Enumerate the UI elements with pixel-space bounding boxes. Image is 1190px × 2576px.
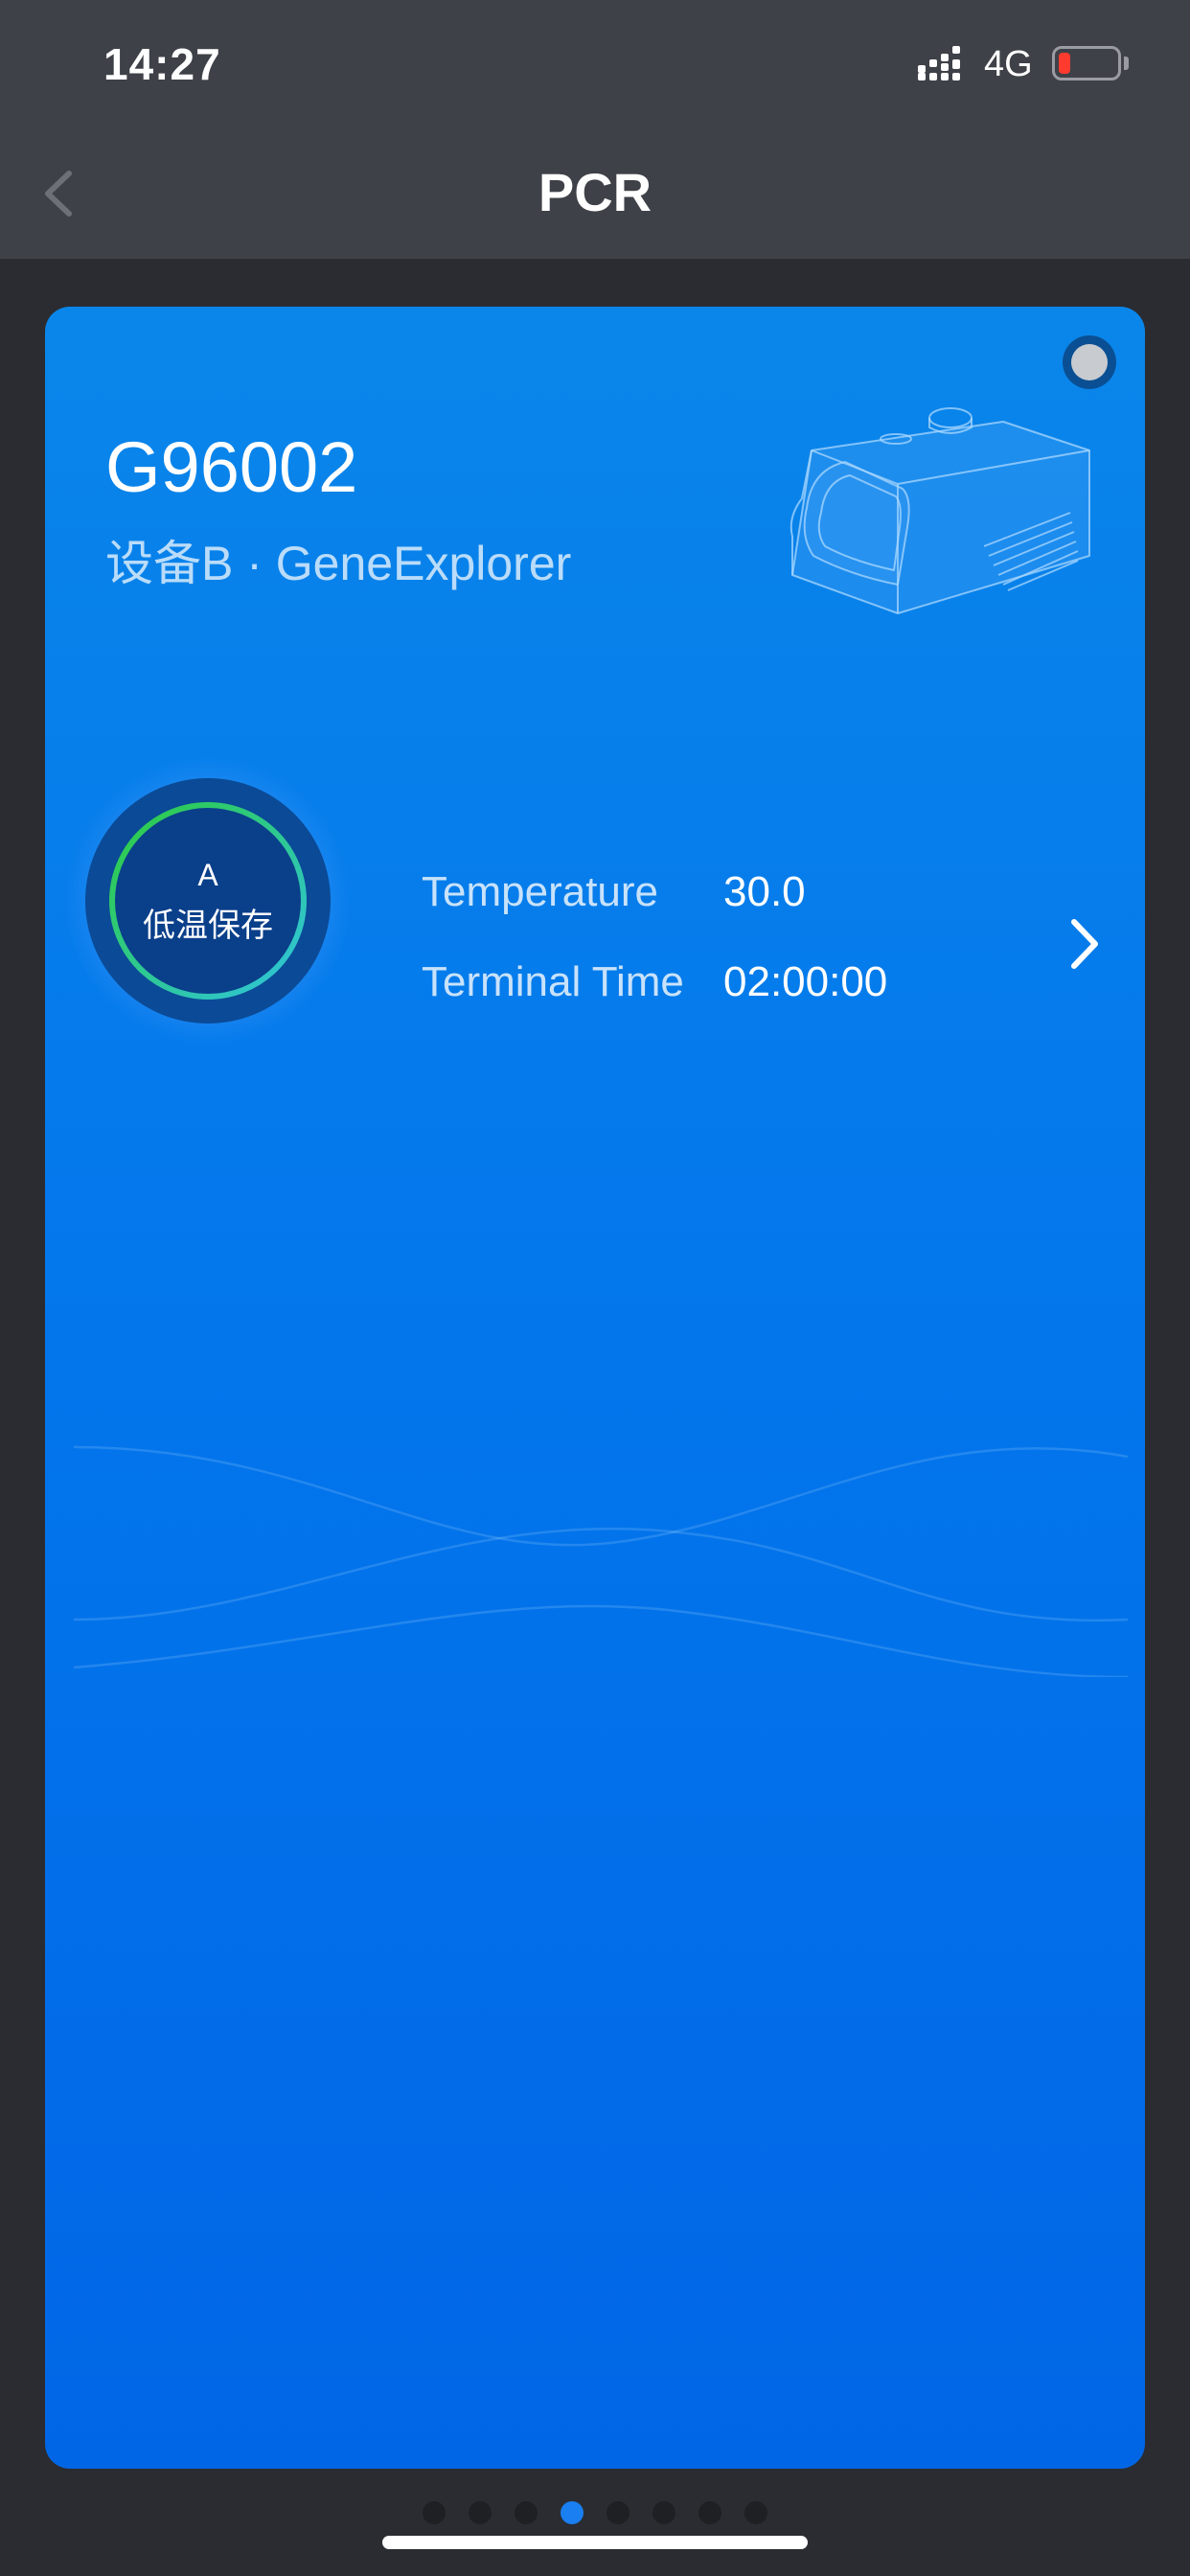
pcr-device-icon (790, 407, 1090, 614)
device-status-indicator (1063, 335, 1116, 389)
page-title: PCR (538, 162, 652, 222)
page-dot[interactable] (744, 2501, 767, 2524)
signal-icon (918, 46, 960, 80)
battery-level (1059, 53, 1070, 74)
device-subtitle: 设备B · GeneExplorer (105, 537, 572, 590)
device-card[interactable]: G96002 设备B · GeneExplorer A 低温保存 Tempera… (45, 307, 1145, 2469)
back-button[interactable] (29, 160, 96, 227)
device-id: G96002 (105, 427, 358, 507)
channel-letter: A (197, 858, 218, 892)
home-indicator[interactable] (382, 2536, 808, 2549)
battery-icon (1052, 46, 1121, 80)
nav-bar: PCR (0, 129, 1190, 259)
page-dot[interactable] (606, 2501, 629, 2524)
battery-nub (1124, 57, 1129, 70)
temperature-value: 30.0 (723, 868, 806, 915)
channel-status-ring[interactable]: A 低温保存 (64, 757, 352, 1045)
page-dot[interactable] (652, 2501, 675, 2524)
page-dot[interactable] (423, 2501, 446, 2524)
status-time: 14:27 (103, 39, 221, 89)
chevron-right-icon[interactable] (1061, 910, 1109, 978)
status-dot-inner (1071, 344, 1108, 380)
page-indicator (0, 2501, 1190, 2528)
temperature-label: Temperature (422, 868, 659, 915)
page-dot[interactable] (469, 2501, 492, 2524)
page-dot[interactable] (515, 2501, 538, 2524)
status-bar: 14:27 4G (0, 0, 1190, 129)
terminal-time-value: 02:00:00 (723, 958, 888, 1005)
terminal-time-label: Terminal Time (422, 958, 684, 1005)
page-dot[interactable] (561, 2501, 584, 2524)
network-type: 4G (984, 44, 1033, 84)
channel-mode: 低温保存 (143, 907, 273, 945)
page-dot[interactable] (698, 2501, 721, 2524)
decorative-waves (74, 1445, 1128, 1677)
